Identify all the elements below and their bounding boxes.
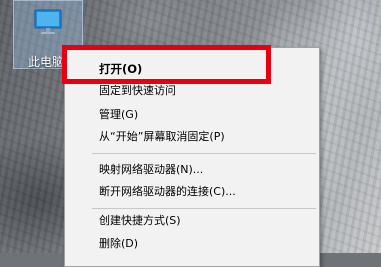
menu-separator [92, 208, 316, 209]
annotation-highlight-box [62, 45, 271, 84]
monitor-icon [34, 9, 62, 34]
menu-item-unpin-start[interactable]: 从“开始”屏幕取消固定(P) [65, 126, 319, 148]
menu-item-delete[interactable]: 删除(D) [65, 233, 319, 255]
menu-item-disconnect-network-drive[interactable]: 断开网络驱动器的连接(C)... [65, 181, 319, 203]
menu-item-map-network-drive[interactable]: 映射网络驱动器(N)... [65, 159, 319, 181]
menu-item-create-shortcut[interactable]: 创建快捷方式(S) [65, 210, 319, 232]
desktop-icon-label: 此电脑 [28, 55, 65, 69]
menu-item-manage[interactable]: 管理(G) [65, 104, 319, 126]
menu-separator [92, 153, 316, 154]
